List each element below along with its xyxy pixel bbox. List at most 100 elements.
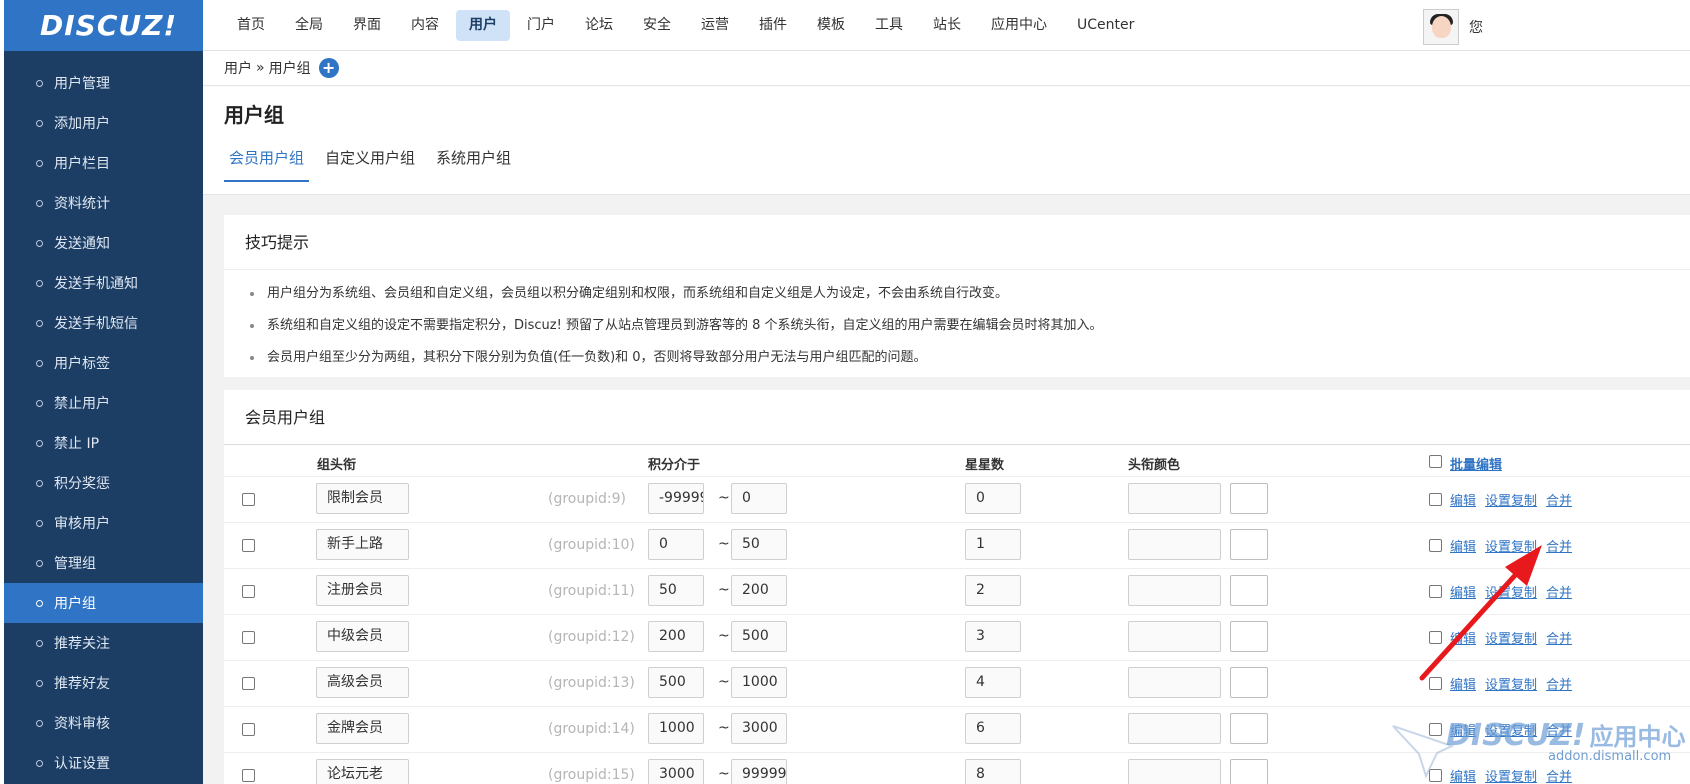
edit-link[interactable]: 编辑 — [1450, 678, 1476, 693]
row-checkbox[interactable] — [242, 493, 255, 506]
nav-item[interactable]: UCenter — [1064, 10, 1147, 41]
row-checkbox[interactable] — [242, 631, 255, 644]
credits-low-input[interactable]: 1000 — [648, 713, 704, 744]
sidebar-item[interactable]: 禁止用户 — [4, 383, 203, 423]
color-picker-button[interactable] — [1230, 667, 1268, 698]
group-name-input[interactable]: 注册会员 — [316, 575, 409, 606]
nav-item[interactable]: 插件 — [746, 10, 800, 41]
copy-settings-link[interactable]: 设置复制 — [1485, 770, 1537, 784]
group-name-input[interactable]: 论坛元老 — [316, 759, 409, 784]
color-picker-button[interactable] — [1230, 713, 1268, 744]
color-picker-button[interactable] — [1230, 575, 1268, 606]
sidebar-item[interactable]: 资料统计 — [4, 183, 203, 223]
color-picker-button[interactable] — [1230, 759, 1268, 784]
stars-input[interactable]: 1 — [965, 529, 1021, 560]
credits-low-input[interactable]: 50 — [648, 575, 704, 606]
sidebar-item[interactable]: 审核用户 — [4, 503, 203, 543]
copy-settings-link[interactable]: 设置复制 — [1485, 494, 1537, 509]
breadcrumb-root[interactable]: 用户 — [224, 58, 252, 78]
batch-row-checkbox[interactable] — [1429, 631, 1442, 644]
group-name-input[interactable]: 金牌会员 — [316, 713, 409, 744]
sidebar-item[interactable]: 用户管理 — [4, 63, 203, 103]
stars-input[interactable]: 6 — [965, 713, 1021, 744]
row-checkbox[interactable] — [242, 539, 255, 552]
sidebar-item[interactable]: 发送通知 — [4, 223, 203, 263]
nav-item[interactable]: 内容 — [398, 10, 452, 41]
credits-high-input[interactable]: 1000 — [731, 667, 787, 698]
stars-input[interactable]: 3 — [965, 621, 1021, 652]
sidebar-item[interactable]: 用户栏目 — [4, 143, 203, 183]
plus-circle-icon[interactable]: + — [318, 58, 339, 78]
batch-edit-checkbox[interactable] — [1429, 455, 1442, 468]
credits-low-input[interactable]: 3000 — [648, 759, 704, 784]
copy-settings-link[interactable]: 设置复制 — [1485, 540, 1537, 555]
title-color-input[interactable] — [1128, 483, 1221, 514]
edit-link[interactable]: 编辑 — [1450, 586, 1476, 601]
edit-link[interactable]: 编辑 — [1450, 540, 1476, 555]
group-name-input[interactable]: 新手上路 — [316, 529, 409, 560]
stars-input[interactable]: 8 — [965, 759, 1021, 784]
nav-item[interactable]: 界面 — [340, 10, 394, 41]
batch-row-checkbox[interactable] — [1429, 539, 1442, 552]
sidebar-item[interactable]: 认证设置 — [4, 743, 203, 783]
nav-item[interactable]: 首页 — [224, 10, 278, 41]
credits-high-input[interactable]: 99999 — [731, 759, 787, 784]
batch-row-checkbox[interactable] — [1429, 585, 1442, 598]
credits-high-input[interactable]: 0 — [731, 483, 787, 514]
credits-low-input[interactable]: -99999 — [648, 483, 704, 514]
avatar[interactable] — [1423, 9, 1459, 45]
sidebar-item[interactable]: 资料审核 — [4, 703, 203, 743]
color-picker-button[interactable] — [1230, 621, 1268, 652]
nav-item[interactable]: 安全 — [630, 10, 684, 41]
color-picker-button[interactable] — [1230, 529, 1268, 560]
merge-link[interactable]: 合并 — [1546, 540, 1572, 555]
edit-link[interactable]: 编辑 — [1450, 770, 1476, 784]
nav-item[interactable]: 用户 — [456, 9, 510, 41]
sidebar-item[interactable]: 发送手机短信 — [4, 303, 203, 343]
sidebar-item[interactable]: 发送手机通知 — [4, 263, 203, 303]
batch-row-checkbox[interactable] — [1429, 769, 1442, 782]
nav-item[interactable]: 运营 — [688, 10, 742, 41]
merge-link[interactable]: 合并 — [1546, 770, 1572, 784]
title-color-input[interactable] — [1128, 621, 1221, 652]
tab[interactable]: 会员用户组 — [224, 147, 310, 182]
group-name-input[interactable]: 高级会员 — [316, 667, 409, 698]
batch-row-checkbox[interactable] — [1429, 723, 1442, 736]
merge-link[interactable]: 合并 — [1546, 494, 1572, 509]
credits-high-input[interactable]: 500 — [731, 621, 787, 652]
title-color-input[interactable] — [1128, 713, 1221, 744]
copy-settings-link[interactable]: 设置复制 — [1485, 678, 1537, 693]
group-name-input[interactable]: 中级会员 — [316, 621, 409, 652]
sidebar-item[interactable]: 添加用户 — [4, 103, 203, 143]
nav-item[interactable]: 应用中心 — [978, 10, 1060, 41]
batch-edit-link[interactable]: 批量编辑 — [1450, 454, 1502, 473]
nav-item[interactable]: 论坛 — [572, 10, 626, 41]
row-checkbox[interactable] — [242, 769, 255, 782]
credits-high-input[interactable]: 200 — [731, 575, 787, 606]
title-color-input[interactable] — [1128, 667, 1221, 698]
tab[interactable]: 系统用户组 — [431, 147, 516, 182]
edit-link[interactable]: 编辑 — [1450, 632, 1476, 647]
logo[interactable]: DISCUZ! — [4, 0, 203, 51]
nav-item[interactable]: 工具 — [862, 10, 916, 41]
row-checkbox[interactable] — [242, 585, 255, 598]
nav-item[interactable]: 模板 — [804, 10, 858, 41]
sidebar-item[interactable]: 管理组 — [4, 543, 203, 583]
nav-item[interactable]: 全局 — [282, 10, 336, 41]
sidebar-item[interactable]: 推荐好友 — [4, 663, 203, 703]
title-color-input[interactable] — [1128, 759, 1221, 784]
credits-low-input[interactable]: 200 — [648, 621, 704, 652]
color-picker-button[interactable] — [1230, 483, 1268, 514]
sidebar-item[interactable]: 推荐关注 — [4, 623, 203, 663]
stars-input[interactable]: 0 — [965, 483, 1021, 514]
merge-link[interactable]: 合并 — [1546, 586, 1572, 601]
copy-settings-link[interactable]: 设置复制 — [1485, 586, 1537, 601]
merge-link[interactable]: 合并 — [1546, 678, 1572, 693]
nav-item[interactable]: 站长 — [920, 10, 974, 41]
batch-row-checkbox[interactable] — [1429, 677, 1442, 690]
credits-low-input[interactable]: 0 — [648, 529, 704, 560]
sidebar-item[interactable]: 用户标签 — [4, 343, 203, 383]
stars-input[interactable]: 2 — [965, 575, 1021, 606]
sidebar-item[interactable]: 禁止 IP — [4, 423, 203, 463]
sidebar-item[interactable]: 积分奖惩 — [4, 463, 203, 503]
